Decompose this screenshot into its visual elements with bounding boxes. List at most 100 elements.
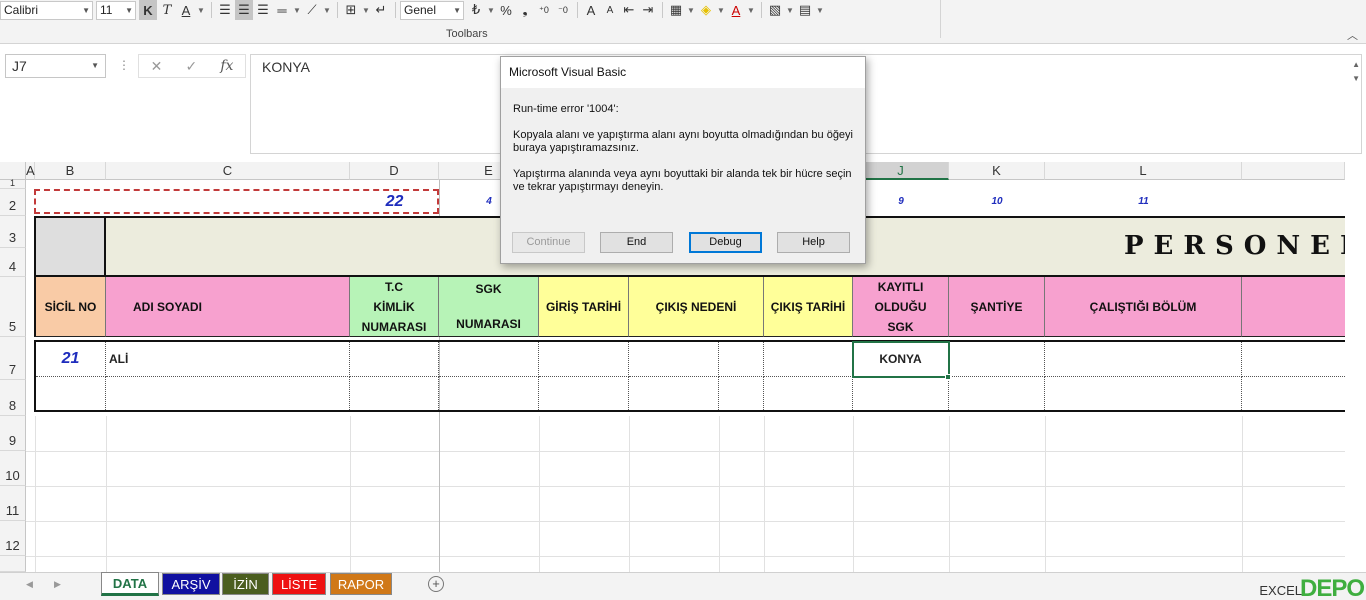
column-header-b[interactable]: B — [35, 162, 106, 180]
continue-button[interactable]: Continue — [512, 232, 585, 253]
add-sheet-icon[interactable]: + — [428, 576, 444, 592]
table-format-icon[interactable]: ▤ — [796, 0, 814, 20]
column-header-k[interactable]: K — [949, 162, 1045, 180]
underline-dropdown[interactable]: ▼ — [196, 0, 206, 20]
logo-cell[interactable] — [36, 218, 106, 275]
row-header-2[interactable]: 2 — [0, 189, 26, 216]
header-santiye[interactable]: ŞANTİYE — [949, 277, 1045, 337]
increase-decimal-icon[interactable]: ⁺0 — [535, 0, 553, 20]
fill-color-icon[interactable]: ◈ — [697, 0, 715, 20]
sheet-tab-liste[interactable]: LİSTE — [272, 573, 326, 595]
row-header-4[interactable]: 4 — [0, 248, 26, 277]
merge-cells-icon[interactable]: ⊞ — [342, 0, 360, 20]
increase-indent-icon[interactable]: ⇥ — [639, 0, 657, 20]
row-header-7[interactable]: 7 — [0, 337, 26, 380]
header-adi-soyadi[interactable]: ADI SOYADI — [106, 277, 350, 337]
header-calistigi-bolum[interactable]: ÇALIŞTIĞI BÖLÜM — [1045, 277, 1242, 337]
comma-button[interactable]: ❟ — [516, 0, 534, 20]
sheet-tab-data[interactable]: DATA — [101, 572, 159, 596]
column-header-a[interactable]: A — [26, 162, 35, 180]
cell-k8[interactable] — [949, 377, 1045, 410]
row-header-10[interactable]: 10 — [0, 451, 26, 486]
cell-k2[interactable]: 10 — [949, 189, 1045, 214]
cell-d2[interactable]: 22 — [350, 189, 439, 214]
sheet-tab-arsiv[interactable]: ARŞİV — [162, 573, 220, 595]
cell-d7[interactable] — [350, 342, 439, 377]
cancel-icon[interactable]: ✕ — [151, 58, 163, 75]
italic-button[interactable]: T — [158, 0, 176, 20]
fill-color-dropdown[interactable]: ▼ — [716, 0, 726, 20]
row-header-8[interactable]: 8 — [0, 380, 26, 416]
column-header-c[interactable]: C — [106, 162, 350, 180]
column-header-m[interactable] — [1242, 162, 1345, 180]
align-dropdown[interactable]: ▼ — [292, 0, 302, 20]
format-dropdown[interactable]: ▼ — [785, 0, 795, 20]
header-cikis-tarihi[interactable]: ÇIKIŞ TARİHİ — [764, 277, 853, 337]
format-painter-icon[interactable]: ▧ — [766, 0, 784, 20]
header-kayitli-sgk[interactable]: KAYITLI OLDUĞU SGK — [853, 277, 949, 337]
header-cikis-nedeni[interactable]: ÇIKIŞ NEDENİ — [629, 277, 764, 337]
wrap-text-icon[interactable]: ↵ — [372, 0, 390, 20]
header-sicil-no[interactable]: SİCİL NO — [34, 277, 106, 337]
cell-e8[interactable] — [439, 377, 539, 410]
currency-dropdown[interactable]: ▼ — [486, 0, 496, 20]
header-tc-kimlik[interactable]: T.C KİMLİK NUMARASI — [350, 277, 439, 337]
row-header-13[interactable] — [0, 556, 26, 572]
orientation-icon[interactable]: ⟋ — [303, 0, 321, 20]
decrease-indent-icon[interactable]: ⇤ — [620, 0, 638, 20]
table-format-dropdown[interactable]: ▼ — [815, 0, 825, 20]
align-left-icon[interactable]: ☰ — [216, 0, 234, 20]
scroll-tabs-right-icon[interactable]: ▶ — [54, 579, 61, 590]
column-header-j[interactable]: J — [853, 162, 949, 180]
align-top-icon[interactable]: ═ — [273, 0, 291, 20]
borders-icon[interactable]: ▦ — [667, 0, 685, 20]
cell-i8[interactable] — [764, 377, 853, 410]
cell-j8[interactable] — [853, 377, 949, 410]
underline-button[interactable]: A — [177, 0, 195, 20]
font-color-dropdown[interactable]: ▼ — [746, 0, 756, 20]
align-right-icon[interactable]: ☰ — [254, 0, 272, 20]
sheet-tab-rapor[interactable]: RAPOR — [330, 573, 392, 595]
column-header-d[interactable]: D — [350, 162, 439, 180]
row-header-1[interactable]: 1 — [0, 178, 26, 189]
cell-d8[interactable] — [350, 377, 439, 410]
sheet-tab-izin[interactable]: İZİN — [222, 573, 269, 595]
align-center-icon[interactable]: ☰ — [235, 0, 253, 20]
row-header-9[interactable]: 9 — [0, 416, 26, 451]
column-header-l[interactable]: L — [1045, 162, 1242, 180]
fill-handle[interactable] — [945, 374, 951, 380]
cell-c8[interactable] — [106, 377, 350, 410]
cell-g8[interactable] — [629, 377, 719, 410]
cell-l8[interactable] — [1045, 377, 1242, 410]
cell-f7[interactable] — [539, 342, 629, 377]
row-header-3[interactable]: 3 — [0, 216, 26, 248]
insert-function-icon[interactable]: fx — [220, 58, 233, 74]
vertical-scrollbar[interactable] — [1345, 162, 1366, 572]
font-color-icon[interactable]: A — [727, 0, 745, 20]
cell-b7[interactable]: 21 — [36, 342, 106, 377]
currency-icon[interactable]: ₺ — [467, 0, 485, 20]
grow-font-icon[interactable]: A — [582, 0, 600, 20]
borders-dropdown[interactable]: ▼ — [686, 0, 696, 20]
number-format-combo[interactable]: Genel ▼ — [400, 0, 464, 20]
cell-m7[interactable] — [1242, 342, 1345, 377]
cell-f8[interactable] — [539, 377, 629, 410]
header-giris-tarihi[interactable]: GİRİŞ TARİHİ — [539, 277, 629, 337]
confirm-icon[interactable]: ✓ — [185, 58, 197, 75]
more-options-icon[interactable]: ⋮ — [118, 58, 130, 72]
cell-e7[interactable] — [439, 342, 539, 377]
cell-b8[interactable] — [36, 377, 106, 410]
cell-l7[interactable] — [1045, 342, 1242, 377]
font-size-combo[interactable]: 11 ▼ — [96, 0, 136, 20]
orientation-dropdown[interactable]: ▼ — [322, 0, 332, 20]
name-box[interactable]: J7 ▼ — [5, 54, 106, 78]
shrink-font-icon[interactable]: A — [601, 0, 619, 20]
header-extra[interactable] — [1242, 277, 1345, 337]
cell-g7[interactable] — [629, 342, 719, 377]
merge-dropdown[interactable]: ▼ — [361, 0, 371, 20]
row-header-11[interactable]: 11 — [0, 486, 26, 521]
cell-k7[interactable] — [949, 342, 1045, 377]
scroll-tabs-left-icon[interactable]: ◀ — [26, 579, 33, 590]
cell-l2[interactable]: 11 — [1045, 189, 1242, 214]
font-name-combo[interactable]: Calibri ▼ — [0, 0, 93, 20]
